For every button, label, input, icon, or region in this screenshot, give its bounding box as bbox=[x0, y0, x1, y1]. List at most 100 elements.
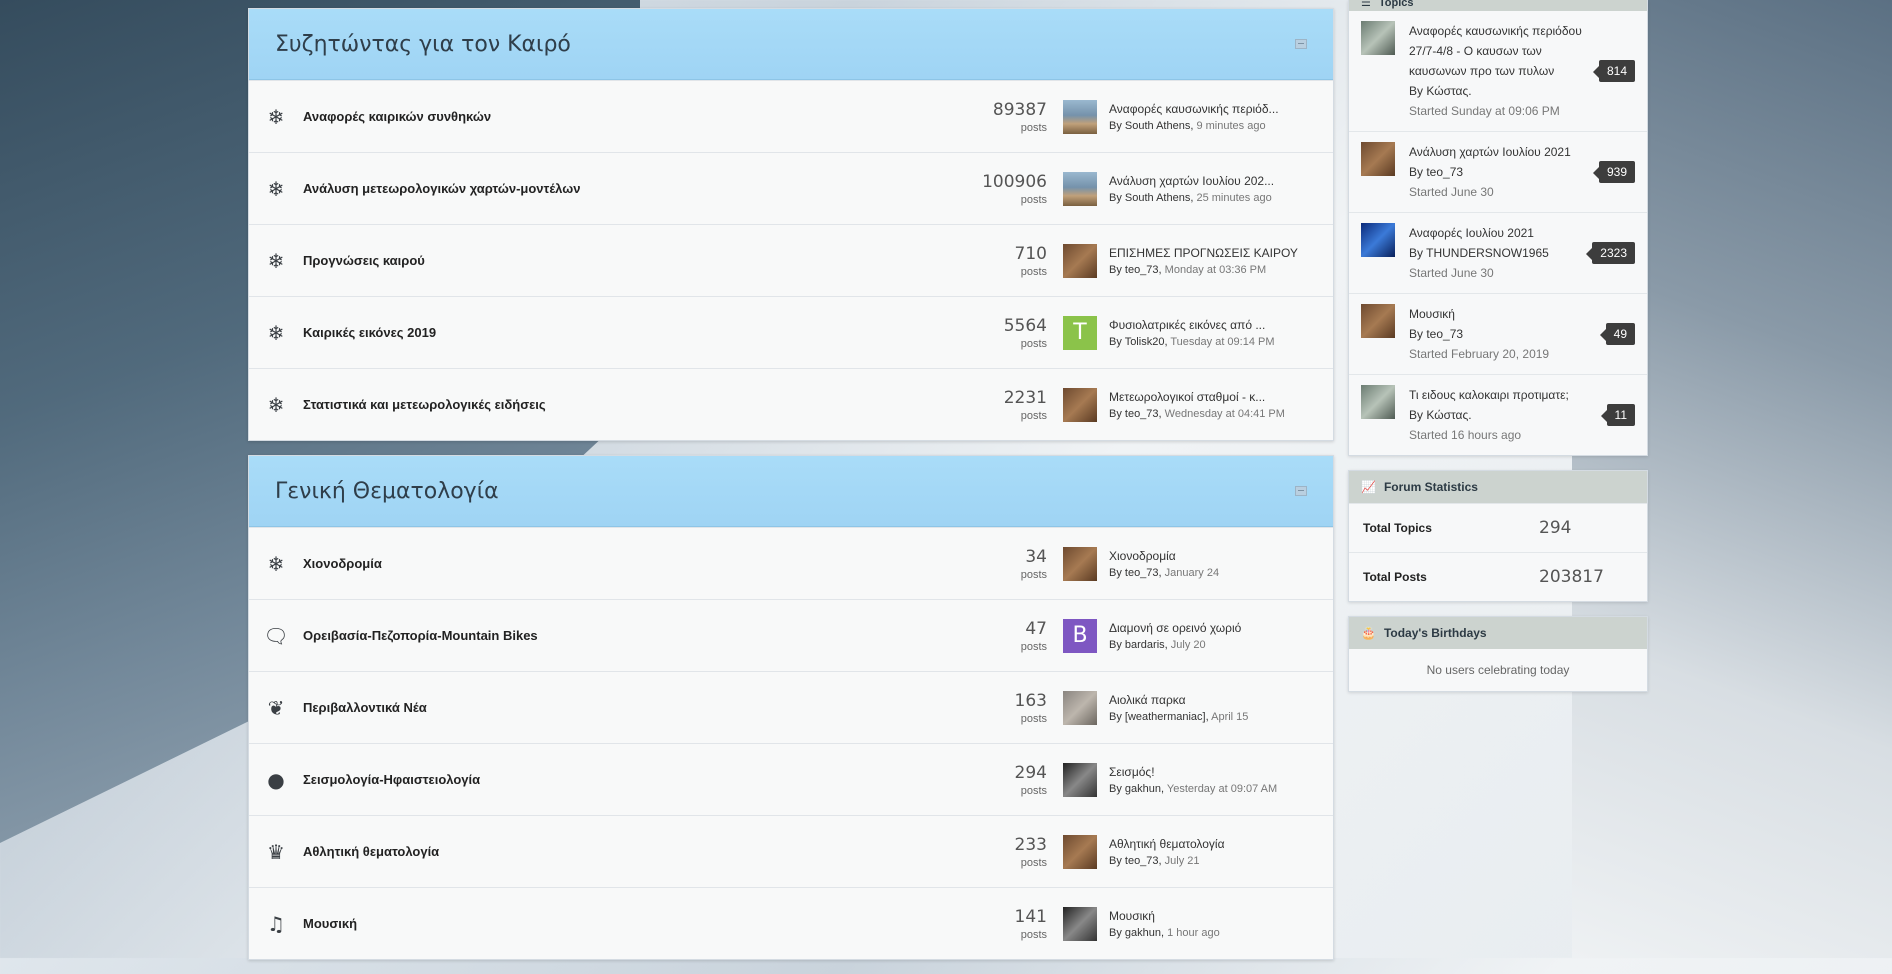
topic-title-link[interactable]: Αναφορές Ιουλίου 2021 bbox=[1409, 223, 1587, 243]
last-post-info: Ανάλυση χαρτών Ιουλίου 202... By South At… bbox=[1109, 174, 1274, 204]
topic-item: Τι ειδους καλοκαιρι προτιματε; By Κώστας.… bbox=[1349, 374, 1647, 455]
post-count-label: posts bbox=[1020, 265, 1047, 278]
last-post: Μουσική By gakhun, 1 hour ago bbox=[1063, 906, 1333, 941]
birthdays-title: Today's Birthdays bbox=[1383, 626, 1487, 640]
last-post-author[interactable]: By gakhun bbox=[1109, 927, 1161, 939]
last-post-author[interactable]: By bardaris bbox=[1109, 639, 1165, 651]
forum-name-link[interactable]: Καιρικές εικόνες 2019 bbox=[303, 325, 947, 340]
last-post-title-link[interactable]: Διαμονή σε ορεινό χωριό bbox=[1109, 621, 1241, 635]
topic-author[interactable]: By THUNDERSNOW1965 bbox=[1409, 243, 1587, 263]
avatar[interactable] bbox=[1063, 171, 1097, 206]
last-post-author[interactable]: By teo_73 bbox=[1109, 408, 1159, 420]
forum-name-link[interactable]: Σεισμολογία-Ηφαιστειολογία bbox=[303, 772, 947, 787]
forum-row[interactable]: ❄ Αναφορές καιρικών συνθηκών 89387 posts Ανα… bbox=[249, 80, 1333, 152]
snowflake-icon: ❄ bbox=[267, 320, 285, 345]
forum-row[interactable]: ❦ Περιβαλλοντικά Νέα 163 posts Αιολικά παρκα… bbox=[249, 671, 1333, 743]
last-post-author[interactable]: By teo_73 bbox=[1109, 264, 1159, 276]
forum-row[interactable]: 🗨 Ορειβασία-Πεζοπορία-Mountain Bikes 47 pos… bbox=[249, 599, 1333, 671]
avatar[interactable] bbox=[1361, 223, 1395, 257]
category-title[interactable]: Συζητώντας για τον Καιρό bbox=[275, 32, 571, 57]
last-post: Χιονοδρομία By teo_73, January 24 bbox=[1063, 546, 1333, 581]
last-post-author[interactable]: By gakhun bbox=[1109, 783, 1161, 795]
last-post-title-link[interactable]: ΕΠΙΣΗΜΕΣ ΠΡΟΓΝΩΣΕΙΣ ΚΑΙΡΟΥ bbox=[1109, 246, 1298, 260]
last-post-info: Αιολικά παρκα By [weathermaniac], April 1… bbox=[1109, 693, 1248, 723]
last-post: Αθλητική θεματολογία By teo_73, July 21 bbox=[1063, 834, 1333, 869]
forum-row[interactable]: ♛ Αθλητική θεματολογία 233 posts Αθλητική θε… bbox=[249, 815, 1333, 887]
forum-row[interactable]: ♫ Μουσική 141 posts Μουσική By gakhun, 1 hour… bbox=[249, 887, 1333, 959]
forum-post-count: 294 posts bbox=[947, 763, 1063, 797]
last-post-title-link[interactable]: Σεισμός! bbox=[1109, 765, 1277, 779]
last-post-author[interactable]: By teo_73 bbox=[1109, 567, 1159, 579]
forum-name-link[interactable]: Αναφορές καιρικών συνθηκών bbox=[303, 109, 947, 124]
last-post-time: Monday at 03:36 PM bbox=[1164, 263, 1267, 276]
avatar[interactable] bbox=[1361, 385, 1395, 419]
last-post-author[interactable]: By Tolisk20 bbox=[1109, 336, 1164, 348]
birthdays-header: 🎂 Today's Birthdays bbox=[1349, 617, 1647, 649]
topic-list: Αναφορές καυσωνικής περιόδου 27/7-4/8 - … bbox=[1349, 11, 1647, 455]
last-post-title-link[interactable]: Αναφορές καυσωνικής περιόδ... bbox=[1109, 102, 1279, 116]
last-post-author[interactable]: By South Athens bbox=[1109, 192, 1190, 204]
collapse-icon[interactable] bbox=[1295, 486, 1307, 496]
forum-row[interactable]: ❄ Χιονοδρομία 34 posts Χιονοδρομία By teo_73,… bbox=[249, 527, 1333, 599]
topic-author[interactable]: By teo_73 bbox=[1409, 324, 1587, 344]
last-post-author[interactable]: By [weathermaniac] bbox=[1109, 711, 1206, 723]
topic-author[interactable]: By Κώστας. bbox=[1409, 405, 1587, 425]
avatar[interactable] bbox=[1063, 906, 1097, 941]
last-post-time: 25 minutes ago bbox=[1196, 191, 1272, 204]
topics-widget: ☰ Topics Αναφορές καυσωνικής περιόδου 27… bbox=[1348, 0, 1648, 456]
forum-name-link[interactable]: Αθλητική θεματολογία bbox=[303, 844, 947, 859]
topic-author[interactable]: By teo_73 bbox=[1409, 162, 1587, 182]
last-post-info: Αναφορές καυσωνικής περιόδ... By South At… bbox=[1109, 102, 1279, 132]
topic-started: Started June 30 bbox=[1409, 266, 1494, 280]
forum-row[interactable]: ❄ Στατιστικά και μετεωρολογικές ειδήσεις 2… bbox=[249, 368, 1333, 440]
last-post-info: Μουσική By gakhun, 1 hour ago bbox=[1109, 909, 1220, 939]
last-post-title-link[interactable]: Αθλητική θεματολογία bbox=[1109, 837, 1225, 851]
post-count-value: 163 bbox=[1014, 690, 1047, 711]
avatar[interactable]: T bbox=[1063, 315, 1097, 350]
forum-row[interactable]: ❄ Καιρικές εικόνες 2019 5564 posts T Φυσιολατ… bbox=[249, 296, 1333, 368]
last-post-author[interactable]: By South Athens bbox=[1109, 120, 1190, 132]
avatar[interactable] bbox=[1063, 690, 1097, 725]
last-post-title-link[interactable]: Χιονοδρομία bbox=[1109, 549, 1219, 563]
topic-item: Αναφορές Ιουλίου 2021 By THUNDERSNOW1965 S… bbox=[1349, 212, 1647, 293]
forum-name-link[interactable]: Μουσική bbox=[303, 916, 947, 931]
forum-row[interactable]: ❄ Ανάλυση μετεωρολογικών χαρτών-μοντέλων 1… bbox=[249, 152, 1333, 224]
last-post-title-link[interactable]: Μουσική bbox=[1109, 909, 1220, 923]
forum-name-link[interactable]: Προγνώσεις καιρού bbox=[303, 253, 947, 268]
avatar[interactable] bbox=[1063, 99, 1097, 134]
last-post-meta: By [weathermaniac], April 15 bbox=[1109, 711, 1248, 723]
avatar[interactable]: B bbox=[1063, 618, 1097, 653]
forum-name-link[interactable]: Στατιστικά και μετεωρολογικές ειδήσεις bbox=[303, 397, 947, 412]
last-post-meta: By South Athens, 25 minutes ago bbox=[1109, 192, 1274, 204]
forum-row[interactable]: ❄ Προγνώσεις καιρού 710 posts ΕΠΙΣΗΜΕΣ ΠΡΟΓΝ… bbox=[249, 224, 1333, 296]
forum-row[interactable]: ● Σεισμολογία-Ηφαιστειολογία 294 posts Σεισμ… bbox=[249, 743, 1333, 815]
category-title[interactable]: Γενική Θεματολογία bbox=[275, 479, 499, 504]
topic-title-link[interactable]: Τι ειδους καλοκαιρι προτιματε; bbox=[1409, 385, 1587, 405]
last-post-title-link[interactable]: Ανάλυση χαρτών Ιουλίου 202... bbox=[1109, 174, 1274, 188]
post-count-label: posts bbox=[1020, 640, 1047, 653]
last-post-title-link[interactable]: Αιολικά παρκα bbox=[1109, 693, 1248, 707]
avatar[interactable] bbox=[1063, 834, 1097, 869]
avatar[interactable] bbox=[1063, 387, 1097, 422]
avatar[interactable] bbox=[1361, 304, 1395, 338]
topic-title-link[interactable]: Μουσική bbox=[1409, 304, 1587, 324]
forum-name-link[interactable]: Περιβαλλοντικά Νέα bbox=[303, 700, 947, 715]
avatar[interactable] bbox=[1063, 762, 1097, 797]
forum-post-count: 2231 posts bbox=[947, 388, 1063, 422]
last-post-title-link[interactable]: Μετεωρολογικοί σταθμοί - κ... bbox=[1109, 390, 1285, 404]
last-post-title-link[interactable]: Φυσιολατρικές εικόνες από ... bbox=[1109, 318, 1275, 332]
collapse-icon[interactable] bbox=[1295, 39, 1307, 49]
topic-title-link[interactable]: Ανάλυση χαρτών Ιουλίου 2021 bbox=[1409, 142, 1587, 162]
forum-index: Συζητώντας για τον Καιρό ❄ Αναφορές καιρικ… bbox=[248, 8, 1334, 974]
topic-author[interactable]: By Κώστας. bbox=[1409, 81, 1587, 101]
avatar[interactable] bbox=[1361, 142, 1395, 176]
avatar[interactable] bbox=[1361, 21, 1395, 55]
forum-name-link[interactable]: Ορειβασία-Πεζοπορία-Mountain Bikes bbox=[303, 628, 947, 643]
topic-title-link[interactable]: Αναφορές καυσωνικής περιόδου 27/7-4/8 - … bbox=[1409, 21, 1587, 81]
last-post-info: ΕΠΙΣΗΜΕΣ ΠΡΟΓΝΩΣΕΙΣ ΚΑΙΡΟΥ By teo_73, Mon… bbox=[1109, 246, 1298, 276]
forum-name-link[interactable]: Χιονοδρομία bbox=[303, 556, 947, 571]
avatar[interactable] bbox=[1063, 243, 1097, 278]
last-post-author[interactable]: By teo_73 bbox=[1109, 855, 1159, 867]
forum-name-link[interactable]: Ανάλυση μετεωρολογικών χαρτών-μοντέλων bbox=[303, 181, 947, 196]
avatar[interactable] bbox=[1063, 546, 1097, 581]
